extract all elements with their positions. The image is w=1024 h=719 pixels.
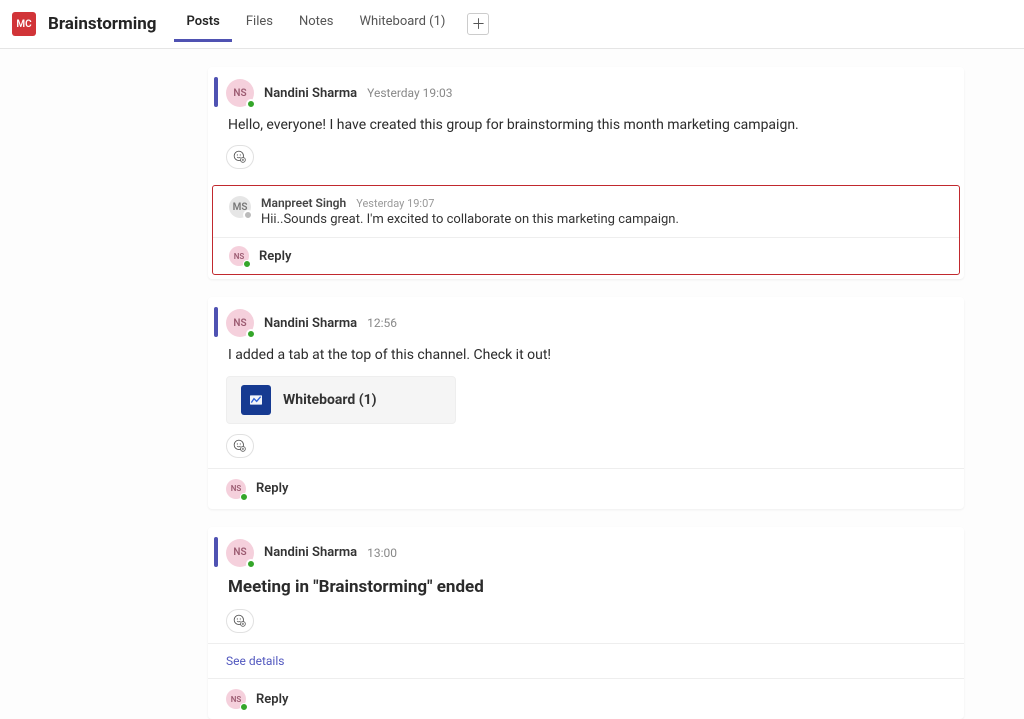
post-accent-bar xyxy=(214,537,218,567)
avatar[interactable]: MS xyxy=(229,196,251,218)
tabs: Posts Files Notes Whiteboard (1) ＋ xyxy=(174,6,489,42)
post-author[interactable]: Nandini Sharma xyxy=(264,86,357,101)
post-timestamp: 12:56 xyxy=(367,316,397,330)
post-headline: Meeting in "Brainstorming" ended xyxy=(228,575,946,600)
post-card: NS Nandini Sharma 13:00 Meeting in "Brai… xyxy=(208,527,964,719)
presence-online-icon xyxy=(246,329,256,339)
tab-posts[interactable]: Posts xyxy=(174,6,231,42)
emoji-plus-icon xyxy=(233,614,247,628)
see-details-link[interactable]: See details xyxy=(208,643,964,678)
avatar: NS xyxy=(226,689,246,709)
add-reaction-button[interactable] xyxy=(226,434,254,458)
reply-input[interactable]: NS Reply xyxy=(213,237,959,274)
post-card: NS Nandini Sharma 12:56 I added a tab at… xyxy=(208,297,964,508)
channel-header: MC Brainstorming Posts Files Notes White… xyxy=(0,0,1024,49)
whiteboard-icon xyxy=(241,385,271,415)
post-accent-bar xyxy=(214,77,218,107)
post-author[interactable]: Nandini Sharma xyxy=(264,316,357,331)
post-message: I added a tab at the top of this channel… xyxy=(228,345,946,365)
workspace-icon: MC xyxy=(12,12,36,36)
presence-online-icon xyxy=(240,493,248,501)
channel-title: Brainstorming xyxy=(48,14,156,34)
reply-label: Reply xyxy=(259,249,291,264)
post-author[interactable]: Nandini Sharma xyxy=(264,545,357,560)
presence-online-icon xyxy=(243,260,251,268)
presence-online-icon xyxy=(246,559,256,569)
posts-feed: NS Nandini Sharma Yesterday 19:03 Hello,… xyxy=(0,49,1024,719)
plus-icon: ＋ xyxy=(471,14,485,34)
tab-files[interactable]: Files xyxy=(234,6,285,42)
emoji-plus-icon xyxy=(233,439,247,453)
post-message: Hello, everyone! I have created this gro… xyxy=(228,115,946,135)
presence-offline-icon xyxy=(243,210,253,220)
reply-label: Reply xyxy=(256,481,288,496)
highlighted-reply: MS Manpreet Singh Yesterday 19:07 Hii..S… xyxy=(212,185,960,275)
add-tab-button[interactable]: ＋ xyxy=(467,13,489,35)
avatar[interactable]: NS xyxy=(226,309,254,337)
reply-author[interactable]: Manpreet Singh xyxy=(261,196,346,210)
avatar: NS xyxy=(229,246,249,266)
tab-attachment[interactable]: Whiteboard (1) xyxy=(226,376,456,424)
tab-notes[interactable]: Notes xyxy=(287,6,346,42)
tab-whiteboard[interactable]: Whiteboard (1) xyxy=(348,6,458,42)
reply-input[interactable]: NS Reply xyxy=(208,468,964,509)
post-accent-bar xyxy=(214,307,218,337)
post-card: NS Nandini Sharma Yesterday 19:03 Hello,… xyxy=(208,67,964,279)
post-timestamp: Yesterday 19:03 xyxy=(367,86,452,100)
presence-online-icon xyxy=(246,99,256,109)
post-timestamp: 13:00 xyxy=(367,546,397,560)
avatar: NS xyxy=(226,479,246,499)
avatar[interactable]: NS xyxy=(226,539,254,567)
tab-attachment-label: Whiteboard (1) xyxy=(283,392,377,408)
add-reaction-button[interactable] xyxy=(226,145,254,169)
add-reaction-button[interactable] xyxy=(226,609,254,633)
presence-online-icon xyxy=(240,703,248,711)
avatar[interactable]: NS xyxy=(226,79,254,107)
reply-label: Reply xyxy=(256,692,288,707)
emoji-plus-icon xyxy=(233,150,247,164)
reply-input[interactable]: NS Reply xyxy=(208,678,964,719)
reply-message: Hii..Sounds great. I'm excited to collab… xyxy=(261,212,941,227)
reply-timestamp: Yesterday 19:07 xyxy=(356,197,434,210)
